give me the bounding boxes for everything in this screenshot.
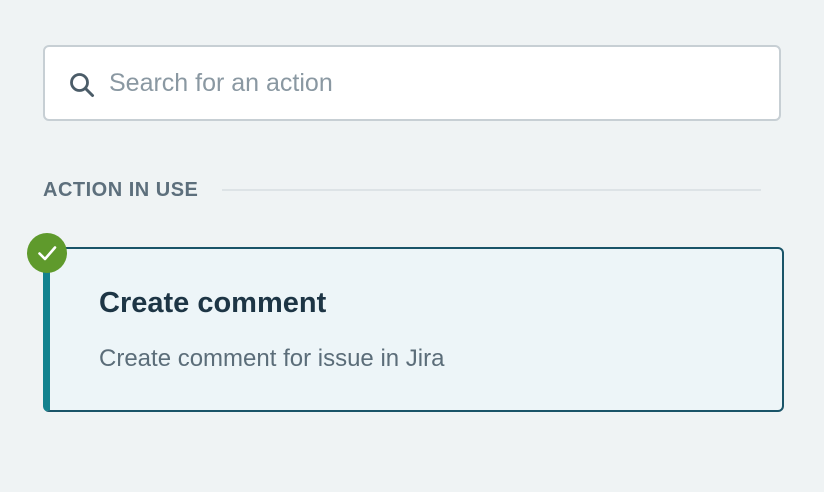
section-header: ACTION IN USE: [43, 174, 761, 206]
search-icon: [70, 73, 94, 97]
section-title: ACTION IN USE: [43, 178, 199, 201]
checkmark-icon: [38, 246, 57, 261]
action-card-create-comment[interactable]: Create comment Create comment for issue …: [43, 247, 784, 412]
search-input[interactable]: [109, 61, 759, 105]
action-card-title: Create comment: [99, 287, 327, 319]
search-box[interactable]: [43, 45, 781, 121]
check-circle-icon: [27, 233, 67, 273]
section-divider: [222, 189, 761, 191]
action-card-description: Create comment for issue in Jira: [99, 345, 445, 372]
